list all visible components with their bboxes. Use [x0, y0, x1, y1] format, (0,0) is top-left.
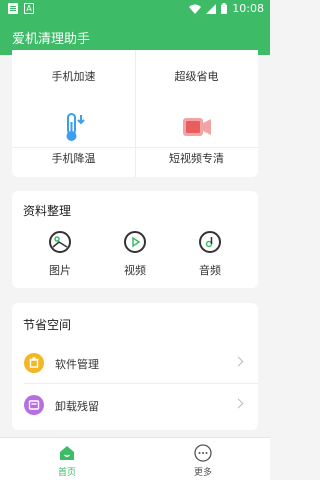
uninstall-residue-row[interactable]: 卸载残留 [12, 385, 258, 425]
files-title: 资料整理 [23, 204, 72, 218]
files-item-label: 音频 [199, 264, 221, 277]
clock: 10:08 [232, 2, 264, 15]
files-item-label: 视频 [124, 264, 146, 277]
chevron-right-icon [233, 398, 244, 409]
trash-icon [24, 353, 44, 373]
tool-speed-up[interactable]: 手机加速 [12, 68, 135, 84]
status-bar: A 10:08 [0, 0, 270, 18]
files-card: 资料整理 图片 视频 音频 [12, 191, 258, 288]
notification-icon [8, 3, 18, 14]
more-icon [194, 444, 212, 462]
tool-cool-down[interactable]: 手机降温 [12, 112, 135, 166]
files-audio[interactable]: 音频 [180, 231, 240, 278]
chevron-right-icon [233, 356, 244, 367]
video-clean-icon [182, 118, 211, 136]
tool-video-clean[interactable]: 短视频专清 [135, 112, 258, 166]
thermometer-icon [66, 113, 85, 141]
row-label: 卸载残留 [55, 400, 99, 413]
divider [24, 383, 258, 384]
tool-label: 手机加速 [51, 70, 96, 83]
app-title: 爱机清理助手 [12, 32, 91, 47]
tab-label: 首页 [57, 468, 76, 478]
files-item-label: 图片 [49, 264, 71, 277]
tool-label: 手机降温 [51, 152, 96, 165]
space-card: 节省空间 软件管理 卸载残留 [12, 303, 258, 430]
tab-label: 更多 [193, 468, 212, 478]
battery-icon [221, 3, 228, 14]
tool-label: 短视频专清 [169, 152, 224, 165]
files-videos[interactable]: 视频 [105, 231, 165, 278]
tools-card: 手机加速 超级省电 手机降温 短视频专清 [12, 50, 258, 177]
tab-home[interactable]: 首页 [37, 444, 97, 478]
home-icon [60, 446, 74, 460]
row-label: 软件管理 [55, 358, 99, 371]
space-title: 节省空间 [23, 318, 72, 332]
uninstall-icon [24, 395, 44, 415]
video-play-icon [124, 231, 146, 253]
tool-label: 超级省电 [174, 70, 219, 83]
accessibility-icon: A [24, 3, 34, 14]
tab-more[interactable]: 更多 [173, 444, 233, 478]
tool-power-save[interactable]: 超级省电 [135, 68, 258, 84]
audio-icon [199, 231, 221, 253]
files-images[interactable]: 图片 [30, 231, 90, 278]
bottom-tab-bar: 首页 更多 [0, 437, 270, 480]
wifi-icon [189, 4, 202, 14]
signal-icon [206, 3, 217, 14]
app-manager-row[interactable]: 软件管理 [12, 343, 258, 383]
image-icon [49, 231, 71, 253]
